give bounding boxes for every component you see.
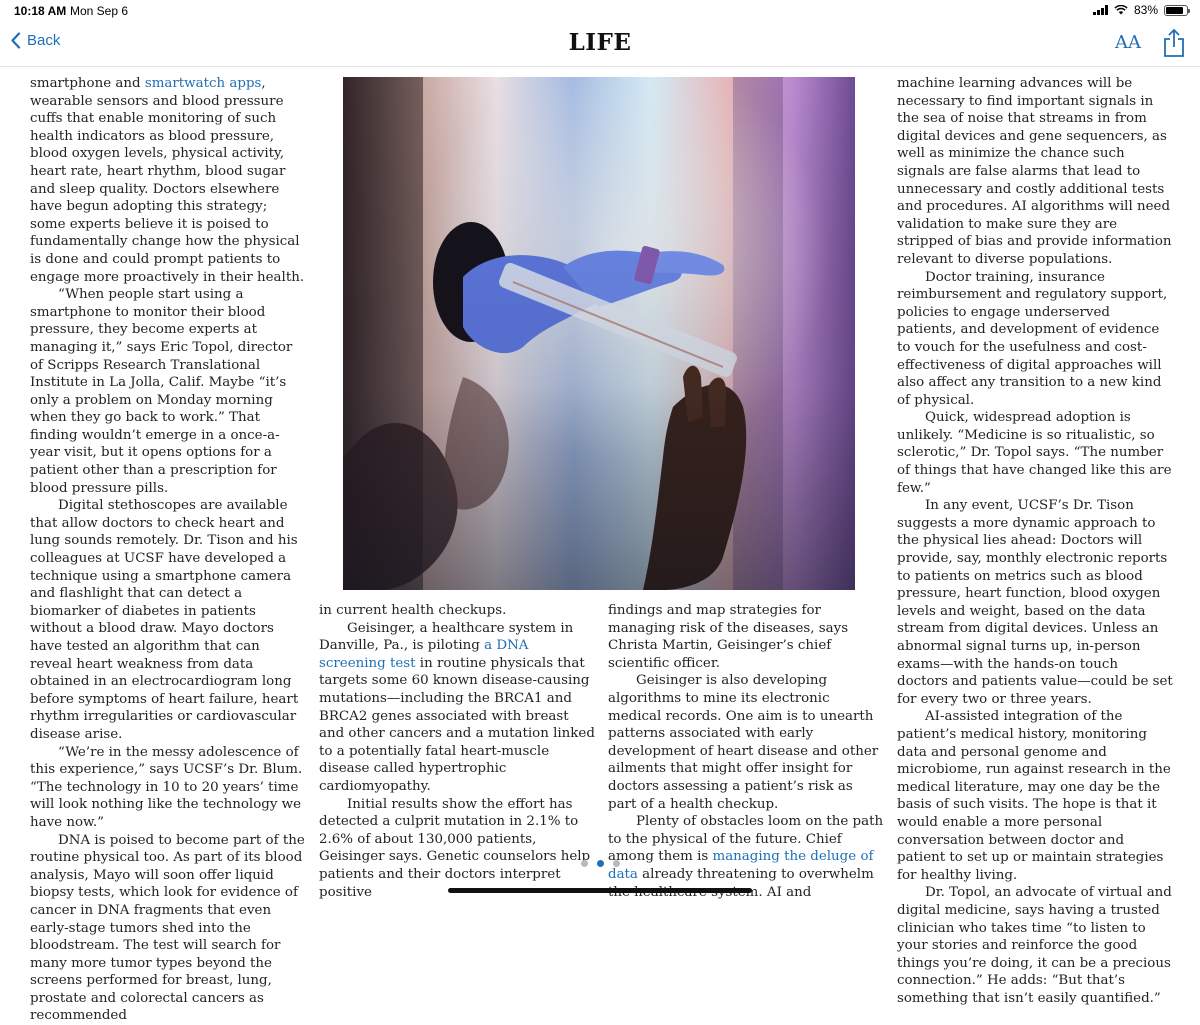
nav-bar: Back LIFE AA xyxy=(0,22,1200,67)
paragraph: “We’re in the messy adolescence of this … xyxy=(30,744,303,830)
article-column-4: machine learning advances will be necess… xyxy=(897,75,1173,1007)
paragraph: findings and map strategies for managing… xyxy=(608,603,849,671)
paragraph-text: Geisinger, a healthcare system in Danvil… xyxy=(319,620,574,654)
paragraph: Digital stethoscopes are available that … xyxy=(30,498,299,742)
logo-text: LIFE xyxy=(568,29,632,56)
page-indicator xyxy=(0,860,1200,867)
article-column-1: smartphone and smartwatch apps, wearable… xyxy=(30,75,306,1025)
smartwatch-apps-link[interactable]: smartwatch apps xyxy=(145,76,262,91)
battery-fill xyxy=(1166,6,1183,14)
paragraph: Quick, widespread adoption is unlikely. … xyxy=(897,410,1172,496)
page-dot-3[interactable] xyxy=(612,860,620,867)
paragraph: Geisinger is also developing algorithms … xyxy=(608,673,879,812)
paragraph: Initial results show the effort has dete… xyxy=(319,796,591,900)
page-dot-2[interactable] xyxy=(596,860,604,867)
paragraph-text: already threatening to overwhelm the hea… xyxy=(608,866,874,900)
paragraph-text: in routine physicals that targets some 6… xyxy=(319,655,595,794)
paragraph: Dr. Topol, an advocate of virtual and di… xyxy=(897,885,1172,1006)
battery-icon xyxy=(1164,4,1190,16)
wifi-icon xyxy=(1114,5,1128,15)
paragraph: AI-assisted integration of the patient’s… xyxy=(897,709,1171,883)
gloved-hands-illustration xyxy=(343,77,855,590)
article-column-3: findings and map strategies for managing… xyxy=(608,602,884,901)
home-indicator[interactable] xyxy=(448,888,752,893)
text-size-button[interactable]: AA xyxy=(1115,32,1141,53)
status-time: 10:18 AM xyxy=(14,4,67,18)
paragraph: smartphone and smartwatch apps, wearable… xyxy=(30,75,306,286)
status-bar: 10:18 AM Mon Sep 6 83% xyxy=(0,0,1200,22)
share-icon[interactable] xyxy=(1162,28,1186,58)
signal-icon xyxy=(1092,5,1108,15)
article-photo xyxy=(343,77,855,590)
status-date: Mon Sep 6 xyxy=(70,4,129,18)
paragraph-text: smartphone and xyxy=(30,76,145,91)
battery-percent: 83% xyxy=(1133,3,1158,17)
paragraph: machine learning advances will be necess… xyxy=(897,76,1172,267)
status-right: 83% xyxy=(1092,3,1190,17)
paragraph: “When people start using a smartphone to… xyxy=(30,287,293,496)
paragraph: In any event, UCSF’s Dr. Tison suggests … xyxy=(897,498,1173,707)
paragraph: in current health checkups. xyxy=(319,603,507,618)
page-dot-1[interactable] xyxy=(580,860,588,867)
text-size-label: AA xyxy=(1115,32,1141,53)
paragraph: Geisinger, a healthcare system in Danvil… xyxy=(319,620,595,796)
paragraph-text: , wearable sensors and blood pressure cu… xyxy=(30,76,305,285)
paragraph: Doctor training, insurance reimbursement… xyxy=(897,269,1168,408)
article-column-2: in current health checkups. Geisinger, a… xyxy=(319,602,595,901)
publication-logo: LIFE xyxy=(0,29,1200,56)
